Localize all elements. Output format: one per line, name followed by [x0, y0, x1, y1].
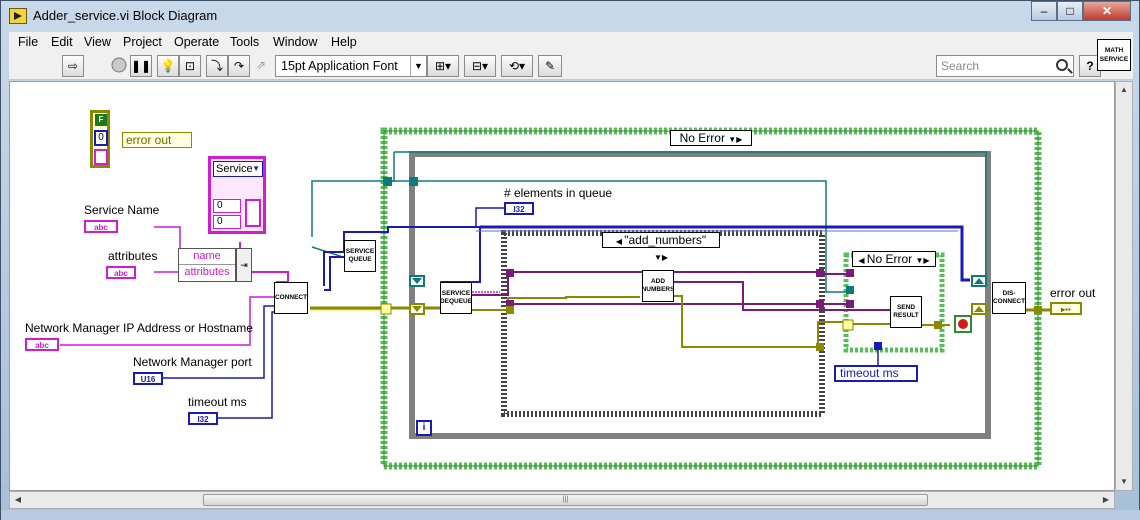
disconnect-subvi[interactable]: DIS-CONNECT [992, 282, 1026, 314]
service-ring-value: Service [216, 163, 253, 175]
chevron-left-icon: ◀ [858, 256, 867, 265]
elements-in-queue-indicator[interactable]: I32 [504, 202, 534, 215]
service-name-label: Service Name [84, 203, 160, 217]
run-arrow-icon[interactable]: ⇨ [62, 55, 84, 77]
error-out-label-box: error out [122, 132, 192, 148]
service-queue-subvi[interactable]: SERVICE QUEUE [344, 240, 376, 272]
attributes-control[interactable]: abc [106, 266, 136, 279]
menu-help[interactable]: Help [331, 35, 357, 49]
menu-operate[interactable]: Operate [174, 35, 219, 49]
loop-iteration-terminal: i [416, 420, 432, 436]
horizontal-scroll-thumb[interactable]: ||| [203, 494, 928, 506]
timeout-label: timeout ms [188, 395, 247, 409]
chevron-down-icon: ▼ [252, 164, 260, 173]
retain-wire-values-icon[interactable]: ⊡ [179, 55, 201, 77]
error-cluster-constant[interactable]: F 0 [90, 110, 110, 168]
error-status-boolean[interactable]: F [95, 114, 107, 126]
search-input[interactable]: Search [936, 55, 1074, 77]
menu-file[interactable]: File [18, 35, 38, 49]
scroll-left-icon[interactable]: ◀ [10, 492, 26, 508]
labview-app-icon [9, 8, 27, 24]
vi-connector-icon[interactable]: MATH SERVICE [1097, 39, 1131, 71]
menu-project[interactable]: Project [123, 35, 162, 49]
search-placeholder: Search [941, 59, 980, 73]
inner-case-value: "add_numbers" [624, 233, 707, 247]
toolbar: ⇨ ❚❚ 💡 ⊡ ⤵ ↷ ⇗ 15pt Application Font ▼ ⊞… [9, 52, 1133, 80]
nm-address-control[interactable]: abc [25, 338, 59, 351]
right-case-value: No Error [866, 252, 913, 266]
service-ring-select[interactable]: Service ▼ [213, 161, 263, 177]
chevron-down-icon: ▼▶ [653, 253, 669, 262]
service-cell-1[interactable]: 0 [213, 215, 241, 229]
service-attributes-array[interactable] [245, 199, 261, 227]
elements-in-queue-label: # elements in queue [504, 186, 613, 200]
add-numbers-subvi[interactable]: ADD NUMBERS [642, 270, 674, 302]
menu-window[interactable]: Window [273, 35, 317, 49]
menu-view[interactable]: View [84, 35, 111, 49]
window-title: Adder_service.vi Block Diagram [33, 8, 218, 23]
chevron-left-icon: ◀ [615, 237, 625, 246]
font-select-value: 15pt Application Font [281, 59, 398, 73]
vertical-scrollbar[interactable]: ▲ ▼ [1115, 81, 1133, 491]
chevron-down-icon: ▼ [410, 56, 426, 76]
distribute-objects-icon[interactable]: ⊟▾ [464, 55, 496, 77]
abort-icon[interactable] [108, 55, 130, 77]
scroll-up-icon[interactable]: ▲ [1116, 82, 1132, 98]
menu-edit[interactable]: Edit [51, 35, 73, 49]
font-select[interactable]: 15pt Application Font ▼ [275, 55, 427, 77]
timeout-ms-local-label: timeout ms [840, 366, 899, 380]
error-out-label: error out [1050, 286, 1096, 300]
send-result-subvi[interactable]: SEND RESULT [890, 296, 922, 328]
menu-tools[interactable]: Tools [230, 35, 259, 49]
cleanup-diagram-icon[interactable]: ✎ [538, 55, 562, 77]
connect-subvi[interactable]: CONNECT [274, 282, 308, 314]
nm-port-label: Network Manager port [133, 355, 252, 369]
highlight-execution-icon[interactable]: 💡 [157, 55, 179, 77]
scroll-down-icon[interactable]: ▼ [1116, 474, 1132, 490]
outer-case-value: No Error [679, 131, 725, 145]
nm-port-control[interactable]: U16 [133, 372, 163, 385]
error-out-tag-label: error out [126, 133, 172, 147]
service-name-control[interactable]: abc [84, 220, 118, 233]
bundle-by-name-node[interactable]: name attributes [178, 248, 236, 282]
horizontal-scrollbar[interactable]: ◀ ||| ▶ [9, 491, 1115, 509]
attributes-label: attributes [108, 249, 158, 263]
step-over-icon[interactable]: ↷ [228, 55, 250, 77]
menu-bar: File Edit View Project Operate Tools Win… [9, 32, 1133, 52]
step-into-icon[interactable]: ⤵ [206, 55, 228, 77]
title-bar[interactable]: Adder_service.vi Block Diagram – □ ✕ [1, 1, 1140, 31]
bundle-field-attributes: attributes [184, 266, 230, 278]
block-diagram-canvas[interactable]: F 0 error out Service ▼ 0 0 Service Name… [9, 81, 1115, 491]
outer-case-selector[interactable]: No Error ▼▶ [670, 130, 752, 146]
vi-icon-line1: MATH [1104, 47, 1124, 54]
service-dequeue-subvi[interactable]: SERVICE DEQUEUE [440, 282, 472, 314]
scroll-right-icon[interactable]: ▶ [1098, 492, 1114, 508]
bundle-arrow-icon: ⇥ [236, 248, 252, 282]
search-icon[interactable] [1056, 59, 1068, 71]
error-code-numeric[interactable]: 0 [94, 130, 108, 146]
nm-address-label: Network Manager IP Address or Hostname [25, 321, 253, 335]
right-case-selector[interactable]: ◀ No Error ▼▶ [852, 251, 936, 267]
minimize-button[interactable]: – [1031, 1, 1057, 21]
service-cell-0[interactable]: 0 [213, 199, 241, 213]
maximize-button[interactable]: □ [1057, 1, 1083, 21]
error-source-string[interactable] [94, 149, 108, 165]
step-out-icon[interactable]: ⇗ [250, 55, 272, 77]
inner-case-selector[interactable]: ◀ "add_numbers" ▼▶ [602, 232, 720, 262]
timeout-control[interactable]: I32 [188, 412, 218, 425]
labview-window: Adder_service.vi Block Diagram – □ ✕ Fil… [0, 0, 1140, 520]
pause-icon[interactable]: ❚❚ [130, 55, 152, 77]
error-out-indicator[interactable]: ▸▪▪ [1050, 302, 1082, 315]
align-objects-icon[interactable]: ⊞▾ [427, 55, 459, 77]
chevron-down-icon: ▼▶ [728, 135, 743, 144]
service-cluster-constant[interactable]: Service ▼ 0 0 [208, 156, 266, 234]
vi-icon-line2: SERVICE [1099, 56, 1129, 63]
close-button[interactable]: ✕ [1083, 1, 1131, 21]
reorder-icon[interactable]: ⟲▾ [501, 55, 533, 77]
bundle-field-name: name [179, 250, 235, 265]
timeout-ms-local[interactable]: timeout ms [834, 365, 918, 382]
chevron-down-icon: ▼▶ [915, 256, 930, 265]
